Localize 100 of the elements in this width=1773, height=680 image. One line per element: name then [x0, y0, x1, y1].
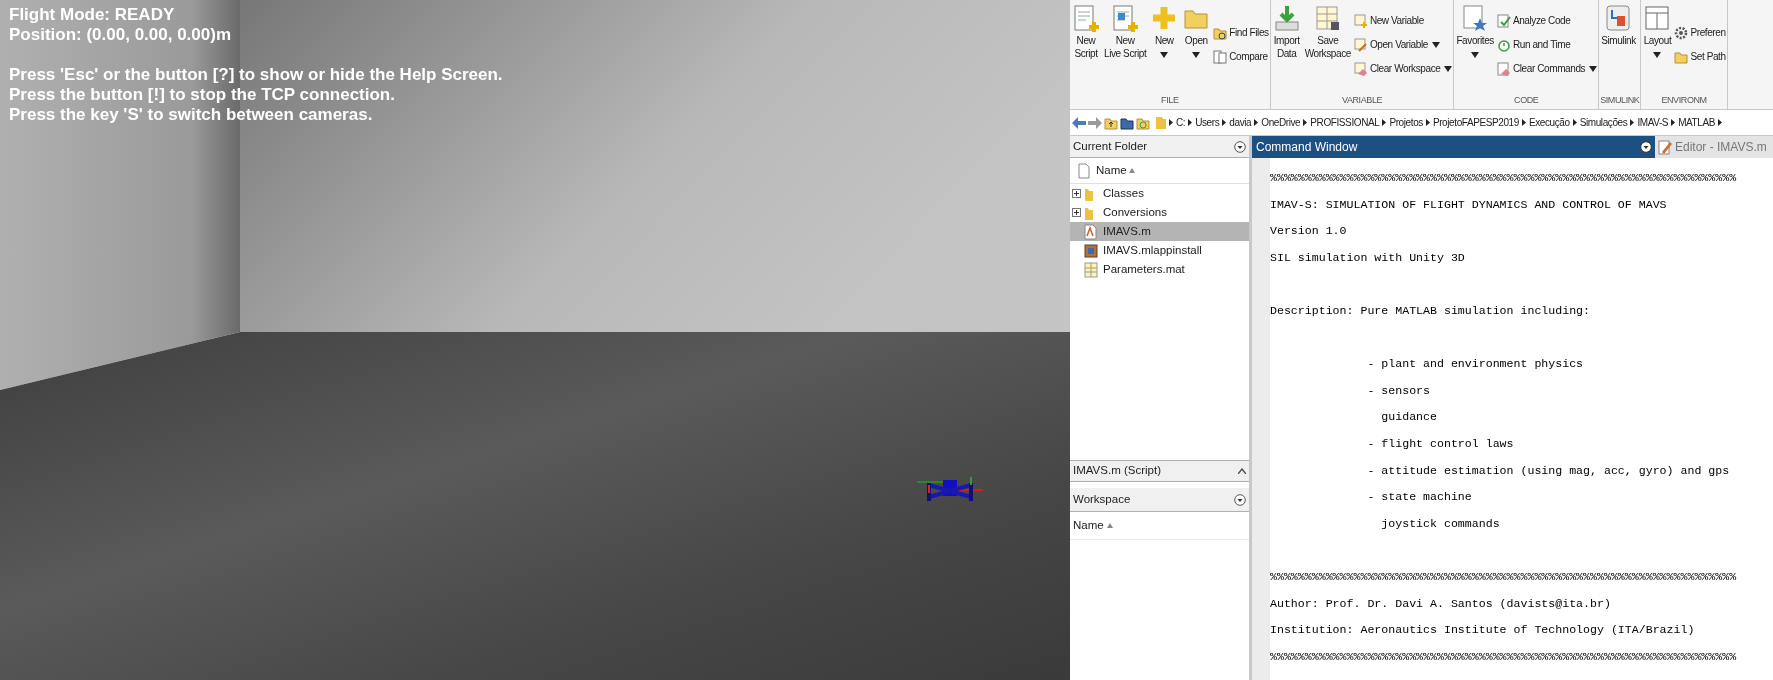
- output-line: - attitude estimation (using mag, acc, gyro) and gps: [1366, 462, 1731, 479]
- file-list-item[interactable]: IMAVS.m: [1070, 222, 1249, 241]
- caret-icon: [1431, 41, 1440, 48]
- chevron-icon: [1572, 119, 1577, 126]
- dropdown-circle-icon: [1234, 140, 1246, 153]
- document-icon: [1078, 162, 1090, 179]
- toolstrip-button[interactable]: Set Path: [1674, 49, 1726, 64]
- panel-title: Workspace: [1073, 491, 1131, 507]
- toolstrip-button[interactable]: Favorites: [1455, 4, 1495, 91]
- sort-arrow-icon: [1106, 523, 1113, 528]
- folder-browse-icon: [1120, 115, 1134, 130]
- gear-icon: [1674, 25, 1689, 40]
- app-package-icon: [1084, 242, 1098, 259]
- toolstrip-button[interactable]: Run and Time: [1496, 37, 1598, 52]
- group-label: VARIABLE: [1340, 94, 1384, 107]
- file-list-item[interactable]: IMAVS.mlappinstall: [1070, 241, 1249, 260]
- caret-icon: [1160, 52, 1169, 58]
- file-list-item[interactable]: Parameters.mat: [1070, 260, 1249, 279]
- group-label: ENVIRONM: [1660, 94, 1708, 107]
- toolstrip-button[interactable]: Analyze Code: [1496, 13, 1598, 28]
- output-line: IMAV-S: SIMULATION OF FLIGHT DYNAMICS AND CONTROL OF MAVS: [1270, 196, 1668, 213]
- path-segment[interactable]: PROFISSIONAL: [1310, 115, 1380, 130]
- folder-icon: [1674, 49, 1689, 64]
- script-document-icon: [1084, 223, 1098, 240]
- caret-icon: [1589, 65, 1598, 72]
- output-line: Version 1.0: [1270, 223, 1348, 240]
- toolstrip-button[interactable]: Layout: [1642, 4, 1673, 91]
- output-line: guidance: [1380, 409, 1438, 426]
- live-script-plus-icon: [1111, 4, 1140, 32]
- output-line: Description: Pure MATLAB simulation including:: [1270, 302, 1592, 319]
- path-segment[interactable]: MATLAB: [1678, 115, 1715, 130]
- output-line: %%%%%%%%%%%%%%%%%%%%%%%%%%%%%%%%%%%%%%%%%%%%%%%%%%%%%%%%%%%%%%%%%%%: [1270, 648, 1738, 665]
- folder-up-icon: [1104, 115, 1118, 130]
- document-check-icon: [1496, 13, 1511, 28]
- eraser-icon: [1496, 61, 1511, 76]
- layout-icon: [1643, 4, 1672, 32]
- path-segment[interactable]: davia: [1229, 115, 1252, 130]
- toolstrip-button[interactable]: Open Variable: [1353, 37, 1453, 52]
- toolstrip-button[interactable]: New Live Script: [1103, 4, 1148, 91]
- panel-title: Current Folder: [1073, 138, 1148, 154]
- folder-search-icon: [1213, 25, 1228, 40]
- toolstrip-button[interactable]: Preferen: [1674, 25, 1726, 40]
- file-list-item[interactable]: Conversions: [1070, 203, 1249, 222]
- path-segment[interactable]: OneDrive: [1261, 115, 1301, 130]
- panel-title: Command Window: [1255, 139, 1359, 156]
- toolstrip-button[interactable]: Open: [1181, 4, 1212, 91]
- toolstrip-button[interactable]: Find Files: [1213, 25, 1269, 40]
- column-header[interactable]: Name: [1096, 161, 1127, 180]
- path-segment[interactable]: Projetos: [1389, 115, 1423, 130]
- folder-refresh-icon: [1136, 115, 1150, 130]
- path-segment[interactable]: C:: [1176, 115, 1186, 130]
- toolstrip-button[interactable]: Simulink: [1600, 4, 1637, 91]
- output-line: Institution: Aeronautics Institute of Technology (ITA/Brazil): [1270, 622, 1696, 639]
- group-label: FILE: [1160, 94, 1180, 107]
- path-segment[interactable]: Users: [1195, 115, 1220, 130]
- group-label: CODE: [1513, 94, 1540, 107]
- eraser-icon: [1353, 61, 1368, 76]
- output-line: %%%%%%%%%%%%%%%%%%%%%%%%%%%%%%%%%%%%%%%%%%%%%%%%%%%%%%%%%%%%%%%%%%%: [1270, 568, 1738, 585]
- caret-icon: [1471, 52, 1480, 58]
- help-text: Press the button [!] to stop the TCP connection.: [9, 85, 396, 105]
- grid-pencil-icon: [1353, 37, 1368, 52]
- chevron-icon: [1254, 119, 1259, 126]
- editor-tab[interactable]: Editor - IMAVS.m: [1655, 136, 1773, 158]
- dropdown-circle-icon: [1234, 493, 1246, 506]
- toolstrip-button[interactable]: Compare: [1213, 49, 1269, 64]
- file-list-item[interactable]: Classes: [1070, 184, 1249, 203]
- path-segment[interactable]: Simulações: [1579, 115, 1628, 130]
- chevron-icon: [1718, 119, 1722, 126]
- chevron-icon: [1169, 119, 1173, 126]
- status-text: Position: (0.00, 0.00, 0.00)m: [9, 25, 233, 45]
- output-line: - state machine: [1366, 489, 1473, 506]
- toolstrip-button[interactable]: New: [1149, 4, 1180, 91]
- caret-icon: [1192, 52, 1201, 58]
- column-header[interactable]: Name: [1073, 516, 1104, 535]
- dropdown-circle-icon: [1640, 141, 1652, 153]
- grid-save-icon: [1313, 4, 1342, 32]
- toolstrip-button[interactable]: Clear Workspace: [1353, 61, 1453, 76]
- folder-icon: [1156, 115, 1166, 130]
- caret-icon: [1653, 52, 1662, 58]
- output-line: - plant and environment physics: [1366, 356, 1585, 373]
- chevron-icon: [1425, 119, 1430, 126]
- caret-icon: [1444, 65, 1453, 72]
- caret-up-icon: [1238, 468, 1246, 474]
- toolstrip-button[interactable]: Clear Commands: [1496, 61, 1598, 76]
- chevron-icon: [1382, 119, 1387, 126]
- chevron-icon: [1521, 119, 1526, 126]
- path-segment[interactable]: ProjetoFAPESP2019: [1432, 115, 1519, 130]
- output-line: - flight control laws: [1366, 435, 1515, 452]
- chevron-icon: [1222, 119, 1227, 126]
- output-line: %%%%%%%%%%%%%%%%%%%%%%%%%%%%%%%%%%%%%%%%%%%%%%%%%%%%%%%%%%%%%%%%%%%: [1270, 170, 1738, 186]
- path-segment[interactable]: Execução: [1528, 115, 1570, 130]
- toolstrip-button[interactable]: Save Workspace: [1303, 4, 1352, 91]
- toolstrip-button[interactable]: New Variable: [1353, 13, 1453, 28]
- help-text: Press 'Esc' or the button [?] to show or hide the Help Screen.: [9, 65, 503, 85]
- chevron-icon: [1630, 119, 1635, 126]
- sort-arrow-icon: [1128, 168, 1135, 173]
- path-segment[interactable]: IMAV-S: [1637, 115, 1669, 130]
- toolstrip-button[interactable]: Import Data: [1271, 4, 1302, 91]
- toolstrip-button[interactable]: New Script: [1071, 4, 1101, 91]
- chevron-icon: [1188, 119, 1193, 126]
